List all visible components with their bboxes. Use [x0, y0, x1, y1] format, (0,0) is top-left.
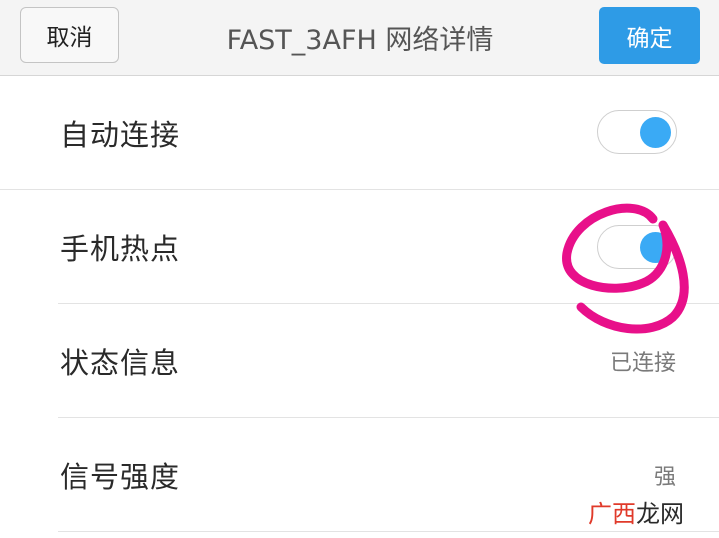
mobile-hotspot-label: 手机热点 [60, 232, 181, 266]
watermark: 广西龙网 [588, 494, 684, 529]
watermark-part-guangxi: 广西 [588, 500, 636, 528]
auto-connect-label: 自动连接 [60, 118, 181, 152]
toggle-knob [640, 232, 671, 263]
auto-connect-toggle[interactable] [597, 110, 677, 154]
page-title: FAST_3AFH 网络详情 [226, 25, 494, 56]
status-label: 状态信息 [60, 346, 181, 380]
mobile-hotspot-row: 手机热点 [0, 190, 719, 304]
mobile-hotspot-toggle[interactable] [597, 225, 677, 269]
status-row: 状态信息 已连接 [0, 304, 719, 418]
confirm-button[interactable]: 确定 [599, 7, 700, 64]
divider [58, 531, 719, 532]
toggle-knob [640, 117, 671, 148]
watermark-part-longwang: 龙网 [636, 500, 684, 528]
cancel-button[interactable]: 取消 [20, 7, 119, 63]
signal-strength-label: 信号强度 [60, 460, 181, 494]
status-value: 已连接 [609, 351, 676, 376]
auto-connect-row: 自动连接 [0, 76, 719, 190]
nav-bar: 取消 FAST_3AFH 网络详情 确定 [0, 0, 719, 76]
